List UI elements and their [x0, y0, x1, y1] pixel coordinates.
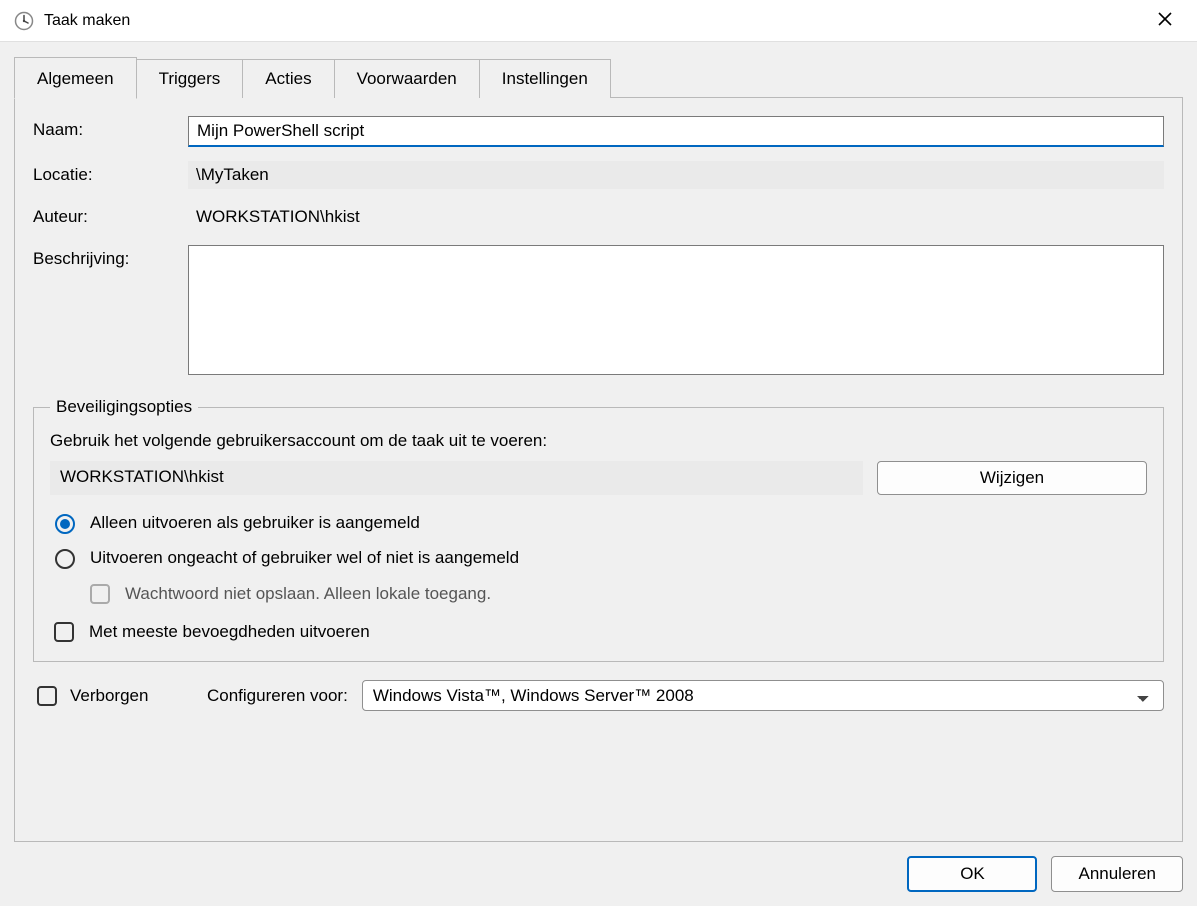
task-scheduler-icon	[14, 11, 34, 31]
configure-for-label: Configureren voor:	[207, 686, 348, 706]
create-task-dialog: Taak maken Algemeen Triggers Acties Voor…	[0, 0, 1197, 906]
tab-conditions[interactable]: Voorwaarden	[334, 59, 480, 98]
checkbox-hidden[interactable]	[37, 686, 57, 706]
checkbox-highest-priv[interactable]	[54, 622, 74, 642]
titlebar: Taak maken	[0, 0, 1197, 42]
close-button[interactable]	[1143, 2, 1187, 40]
radio-run-logged-on-row[interactable]: Alleen uitvoeren als gebruiker is aangem…	[50, 511, 1147, 534]
tab-strip: Algemeen Triggers Acties Voorwaarden Ins…	[14, 56, 1183, 98]
checkbox-highest-priv-row[interactable]: Met meeste bevoegdheden uitvoeren	[50, 619, 1147, 645]
security-groupbox: Beveiligingsopties Gebruik het volgende …	[33, 397, 1164, 662]
description-input[interactable]	[188, 245, 1164, 375]
radio-run-any[interactable]	[55, 549, 75, 569]
ok-button[interactable]: OK	[907, 856, 1037, 892]
account-instruction: Gebruik het volgende gebruikersaccount o…	[50, 431, 1147, 451]
checkbox-hidden-label: Verborgen	[70, 686, 148, 706]
name-label: Naam:	[33, 116, 188, 140]
location-value: \MyTaken	[188, 161, 1164, 189]
radio-run-logged-on[interactable]	[55, 514, 75, 534]
radio-run-any-label: Uitvoeren ongeacht of gebruiker wel of n…	[90, 548, 519, 568]
window-title: Taak maken	[44, 12, 1143, 30]
name-input[interactable]	[188, 116, 1164, 147]
tab-general[interactable]: Algemeen	[14, 57, 137, 99]
configure-for-select[interactable]: Windows Vista™, Windows Server™ 2008	[362, 680, 1164, 711]
checkbox-no-password-label: Wachtwoord niet opslaan. Alleen lokale t…	[125, 584, 491, 604]
tab-actions[interactable]: Acties	[242, 59, 334, 98]
dialog-footer: OK Annuleren	[14, 842, 1183, 892]
account-value: WORKSTATION\hkist	[50, 461, 863, 495]
tab-settings[interactable]: Instellingen	[479, 59, 611, 98]
radio-run-any-row[interactable]: Uitvoeren ongeacht of gebruiker wel of n…	[50, 546, 1147, 569]
cancel-button[interactable]: Annuleren	[1051, 856, 1183, 892]
close-icon	[1158, 10, 1172, 31]
checkbox-hidden-row[interactable]: Verborgen	[33, 683, 193, 709]
checkbox-highest-priv-label: Met meeste bevoegdheden uitvoeren	[89, 622, 370, 642]
tab-triggers[interactable]: Triggers	[136, 59, 244, 98]
author-value: WORKSTATION\hkist	[188, 203, 1164, 231]
tabpanel-general: Naam: Locatie: \MyTaken Auteur: WORKSTAT…	[14, 97, 1183, 842]
checkbox-no-password-row: Wachtwoord niet opslaan. Alleen lokale t…	[86, 581, 1147, 607]
change-user-button[interactable]: Wijzigen	[877, 461, 1147, 495]
radio-run-logged-on-label: Alleen uitvoeren als gebruiker is aangem…	[90, 513, 420, 533]
author-label: Auteur:	[33, 203, 188, 227]
security-groupbox-title: Beveiligingsopties	[50, 397, 198, 417]
location-label: Locatie:	[33, 161, 188, 185]
checkbox-no-password	[90, 584, 110, 604]
dialog-content: Algemeen Triggers Acties Voorwaarden Ins…	[0, 42, 1197, 906]
description-label: Beschrijving:	[33, 245, 188, 269]
